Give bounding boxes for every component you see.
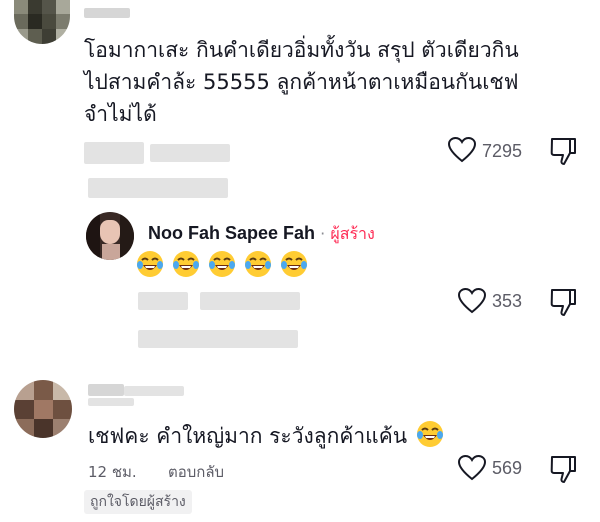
- username-redacted[interactable]: [124, 386, 184, 396]
- meta-redacted: [88, 178, 228, 198]
- like-count: 569: [492, 458, 523, 478]
- timestamp: 12 ชม.: [88, 463, 137, 481]
- reply-button[interactable]: ตอบกลับ: [168, 460, 224, 484]
- face-with-tears-of-joy-icon: [416, 420, 444, 448]
- comment-line-3: จำไม่ได้: [84, 102, 157, 126]
- emoji-row: [136, 250, 316, 282]
- liked-by-creator-badge: ถูกใจโดยผู้สร้าง: [84, 490, 192, 514]
- comment-line-1: โอมากาเสะ กินคำเดียวอิ่มทั้งวัน สรุป ตัว…: [84, 38, 519, 62]
- face-with-tears-of-joy-icon: [136, 250, 164, 278]
- avatar-pixelated[interactable]: [14, 0, 70, 44]
- author-row: Noo Fah Sapee Fah · ผู้สร้าง: [148, 222, 375, 247]
- meta-redacted: [200, 292, 300, 310]
- comment-text: เชฟคะ คำใหญ่มาก ระวังลูกค้าแค้น: [88, 420, 452, 452]
- username-redacted[interactable]: [88, 398, 134, 406]
- face-with-tears-of-joy-icon: [172, 250, 200, 278]
- username-redacted[interactable]: [88, 384, 124, 396]
- meta-redacted: [84, 142, 144, 164]
- heart-outline-icon[interactable]: [458, 455, 486, 481]
- thumbs-down-icon[interactable]: [549, 287, 577, 317]
- face-with-tears-of-joy-icon: [208, 250, 236, 278]
- comment-body: เชฟคะ คำใหญ่มาก ระวังลูกค้าแค้น: [88, 424, 408, 448]
- meta-redacted: [150, 144, 230, 162]
- separator-dot: ·: [320, 224, 326, 243]
- face-with-tears-of-joy-icon: [280, 250, 308, 278]
- like-count: 353: [492, 291, 523, 311]
- heart-outline-icon[interactable]: [448, 137, 476, 163]
- view-replies-redacted[interactable]: [138, 330, 298, 348]
- creator-avatar[interactable]: [86, 212, 134, 260]
- comment-text: โอมากาเสะ กินคำเดียวอิ่มทั้งวัน สรุป ตัว…: [84, 34, 584, 130]
- face-with-tears-of-joy-icon: [244, 250, 272, 278]
- like-count: 7295: [482, 141, 523, 161]
- thumbs-down-icon[interactable]: [549, 454, 577, 484]
- author-name[interactable]: Noo Fah Sapee Fah: [148, 223, 315, 243]
- avatar-pixelated[interactable]: [14, 380, 72, 438]
- thumbs-down-icon[interactable]: [549, 136, 577, 166]
- username-redacted[interactable]: [84, 8, 130, 18]
- comment-line-2: ไปสามคำล้ะ 55555 ลูกค้าหน้าตาเหมือนกันเช…: [84, 70, 519, 94]
- creator-tag: ผู้สร้าง: [330, 224, 375, 243]
- heart-outline-icon[interactable]: [458, 288, 486, 314]
- meta-redacted: [138, 292, 188, 310]
